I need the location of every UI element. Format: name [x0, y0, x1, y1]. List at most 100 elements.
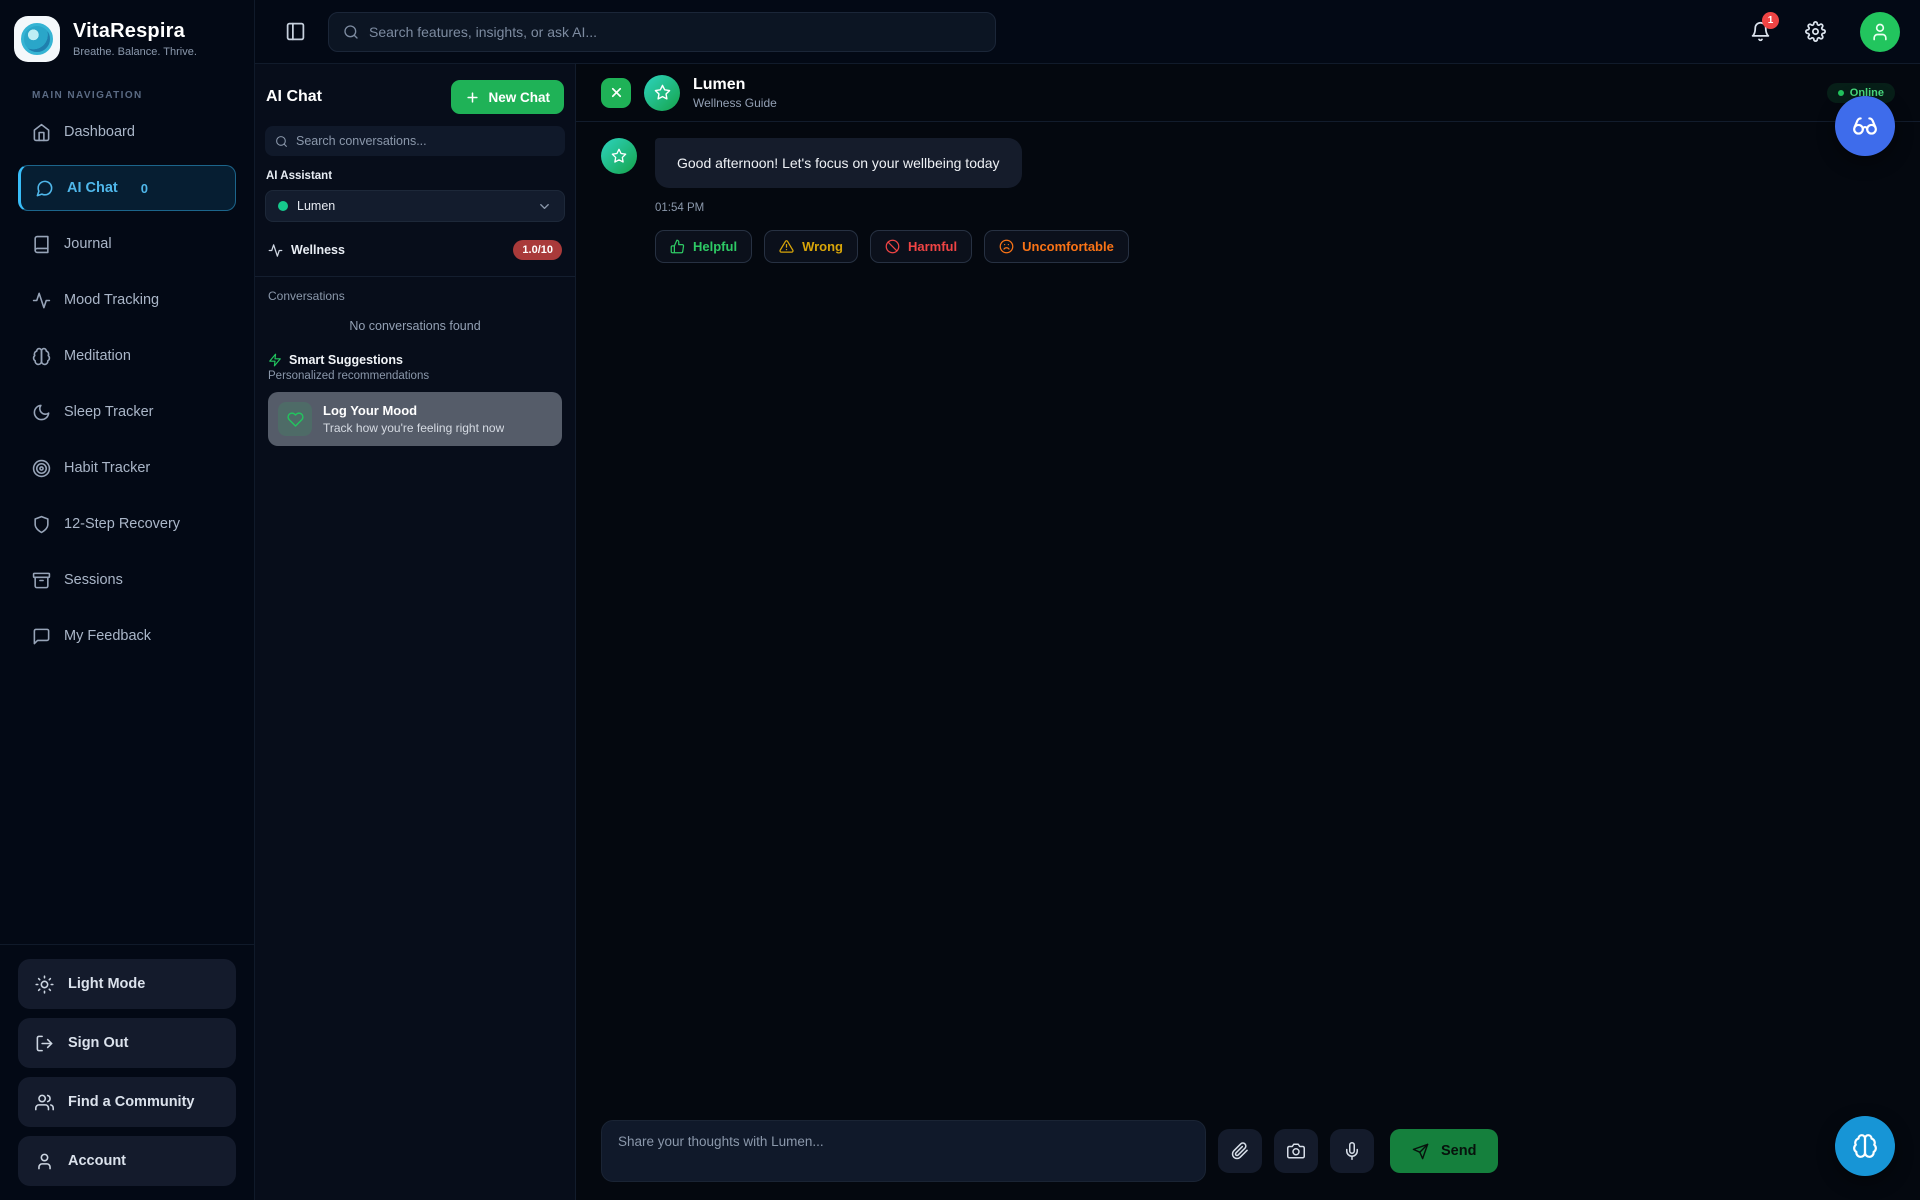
brand-logo-icon — [14, 16, 60, 62]
microphone-button[interactable] — [1330, 1129, 1374, 1173]
sidebar-item-mood-tracking[interactable]: Mood Tracking — [18, 277, 236, 323]
star-icon — [654, 84, 671, 101]
sidebar-footer: Light Mode Sign Out Find a Community Acc… — [0, 944, 254, 1186]
wellness-label: Wellness — [291, 243, 505, 257]
agent-avatar — [644, 75, 680, 111]
sidebar-item-label: My Feedback — [64, 628, 151, 644]
brand-name: VitaRespira — [73, 20, 197, 43]
global-search — [328, 12, 996, 52]
sidebar-item-label: Habit Tracker — [64, 460, 150, 476]
nav-section-label: MAIN NAVIGATION — [0, 76, 254, 109]
paperclip-icon — [1231, 1142, 1249, 1160]
user-avatar[interactable] — [1860, 12, 1900, 52]
sign-out-label: Sign Out — [68, 1035, 128, 1051]
shield-icon — [32, 515, 51, 534]
ban-icon — [885, 239, 900, 254]
new-chat-button[interactable]: New Chat — [451, 80, 564, 114]
chat-panel-title: AI Chat — [266, 88, 322, 106]
sidebar-item-journal[interactable]: Journal — [18, 221, 236, 267]
wellness-score-row: Wellness 1.0/10 — [265, 238, 565, 276]
message-timestamp: 01:54 PM — [655, 202, 1895, 214]
sun-icon — [35, 975, 54, 994]
feedback-helpful-button[interactable]: Helpful — [655, 230, 752, 263]
chat-main: Lumen Wellness Guide Online Good afterno… — [576, 64, 1920, 1200]
account-button[interactable]: Account — [18, 1136, 236, 1186]
no-conversations-text: No conversations found — [265, 317, 565, 353]
feedback-label: Wrong — [802, 239, 843, 254]
feedback-label: Helpful — [693, 239, 737, 254]
global-search-input[interactable] — [369, 24, 981, 40]
ai-chat-count-badge: 0 — [141, 181, 148, 196]
sidebar-item-ai-chat[interactable]: AI Chat 0 — [18, 165, 236, 211]
sidebar-item-12-step-recovery[interactable]: 12-Step Recovery — [18, 501, 236, 547]
feedback-label: Harmful — [908, 239, 957, 254]
message-square-icon — [32, 627, 51, 646]
zap-icon — [268, 353, 282, 367]
target-icon — [32, 459, 51, 478]
feedback-wrong-button[interactable]: Wrong — [764, 230, 858, 263]
search-icon — [275, 135, 288, 148]
send-label: Send — [1441, 1143, 1476, 1159]
sidebar-item-label: 12-Step Recovery — [64, 516, 180, 532]
thumbs-up-icon — [670, 239, 685, 254]
topbar: 1 — [255, 0, 1920, 64]
suggestion-card-subtitle: Track how you're feeling right now — [323, 421, 504, 435]
glasses-icon — [1852, 113, 1878, 139]
feedback-uncomfortable-button[interactable]: Uncomfortable — [984, 230, 1129, 263]
wellness-assistant-float-button[interactable] — [1835, 1116, 1895, 1176]
assistant-message: Good afternoon! Let's focus on your well… — [601, 138, 1895, 188]
sidebar: VitaRespira Breathe. Balance. Thrive. MA… — [0, 0, 255, 1200]
conversation-search — [265, 126, 565, 156]
panel-toggle-button[interactable] — [281, 17, 310, 46]
sign-out-button[interactable]: Sign Out — [18, 1018, 236, 1068]
close-chat-button[interactable] — [601, 78, 631, 108]
heart-icon — [278, 402, 312, 436]
sidebar-item-label: Journal — [64, 236, 112, 252]
sidebar-item-label: Mood Tracking — [64, 292, 159, 308]
feedback-buttons: Helpful Wrong Harmful Uncomfortable — [655, 230, 1895, 263]
feedback-harmful-button[interactable]: Harmful — [870, 230, 972, 263]
sidebar-item-label: Sleep Tracker — [64, 404, 153, 420]
settings-button[interactable] — [1805, 21, 1826, 42]
find-community-label: Find a Community — [68, 1094, 194, 1110]
find-community-button[interactable]: Find a Community — [18, 1077, 236, 1127]
message-avatar — [601, 138, 637, 174]
accessibility-widget-button[interactable] — [1835, 96, 1895, 156]
chat-bubble-icon — [35, 179, 54, 198]
message-input[interactable] — [601, 1120, 1206, 1182]
conversation-search-input[interactable] — [296, 134, 555, 148]
brain-icon — [32, 347, 51, 366]
notifications-button[interactable]: 1 — [1750, 21, 1771, 42]
online-dot — [1838, 90, 1844, 96]
smart-suggestions-title: Smart Suggestions — [289, 353, 403, 367]
camera-icon — [1287, 1142, 1305, 1160]
sidebar-item-sleep-tracker[interactable]: Sleep Tracker — [18, 389, 236, 435]
send-button[interactable]: Send — [1390, 1129, 1498, 1173]
mic-icon — [1343, 1142, 1361, 1160]
close-icon — [609, 85, 624, 100]
user-icon — [35, 1152, 54, 1171]
assistant-selected-value: Lumen — [297, 199, 528, 213]
gear-icon — [1805, 21, 1826, 42]
attach-file-button[interactable] — [1218, 1129, 1262, 1173]
assistant-select[interactable]: Lumen — [265, 190, 565, 222]
camera-button[interactable] — [1274, 1129, 1318, 1173]
sidebar-item-my-feedback[interactable]: My Feedback — [18, 613, 236, 659]
sidebar-item-habit-tracker[interactable]: Habit Tracker — [18, 445, 236, 491]
sidebar-item-dashboard[interactable]: Dashboard — [18, 109, 236, 155]
light-mode-button[interactable]: Light Mode — [18, 959, 236, 1009]
chevron-down-icon — [537, 199, 552, 214]
ai-assistant-label: AI Assistant — [266, 170, 564, 182]
chat-list-panel: AI Chat New Chat AI Assistant Lumen Well… — [255, 64, 576, 1200]
home-icon — [32, 123, 51, 142]
activity-icon — [32, 291, 51, 310]
user-icon — [1870, 22, 1890, 42]
log-your-mood-card[interactable]: Log Your Mood Track how you're feeling r… — [268, 392, 562, 446]
main-navigation: Dashboard AI Chat 0 Journal Mood Trackin… — [0, 109, 254, 669]
sidebar-item-sessions[interactable]: Sessions — [18, 557, 236, 603]
search-icon — [343, 24, 359, 40]
light-mode-label: Light Mode — [68, 976, 145, 992]
moon-icon — [32, 403, 51, 422]
sidebar-item-meditation[interactable]: Meditation — [18, 333, 236, 379]
messages-area: Good afternoon! Let's focus on your well… — [576, 122, 1920, 1120]
